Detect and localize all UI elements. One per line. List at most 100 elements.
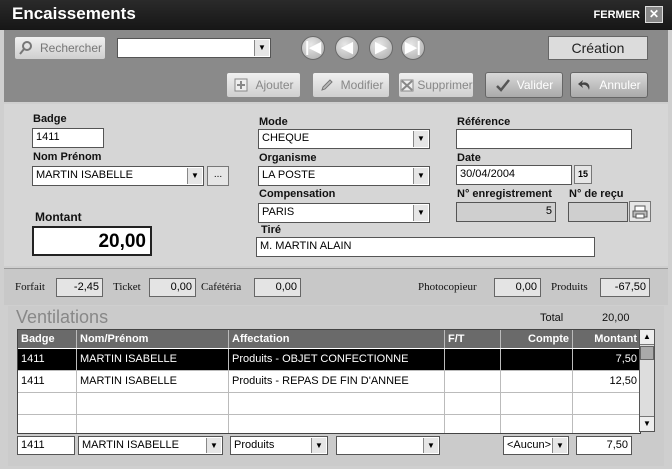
date-field[interactable]: 30/04/2004 — [456, 165, 572, 185]
badge-field[interactable]: 1411 — [32, 128, 104, 148]
cancel-label: Annuler — [599, 78, 641, 92]
edit-compte-select[interactable]: <Aucun> ▼ — [503, 436, 569, 455]
scroll-up-icon[interactable]: ▲ — [640, 330, 654, 345]
cancel-button[interactable]: Annuler — [570, 72, 648, 98]
compensation-value: PARIS — [262, 206, 295, 218]
cell-empty — [445, 393, 501, 414]
cell-ft — [445, 371, 501, 392]
photocopieur-value: 0,00 — [494, 278, 541, 297]
photocopieur-label: Photocopieur — [418, 281, 477, 293]
table-row-empty[interactable] — [18, 415, 640, 433]
delete-button[interactable]: Supprimer — [398, 72, 474, 98]
table-row[interactable]: 1411 MARTIN ISABELLE Produits - REPAS DE… — [18, 371, 640, 393]
name-lookup-button[interactable]: ... — [207, 166, 229, 186]
close-icon[interactable]: ✕ — [645, 6, 663, 23]
cell-name: MARTIN ISABELLE — [77, 371, 229, 392]
edit-name-select[interactable]: MARTIN ISABELLE ▼ — [78, 436, 223, 455]
edit-affectation-select[interactable]: Produits ▼ — [230, 436, 328, 455]
chevron-down-icon[interactable]: ▼ — [254, 40, 269, 56]
pencil-icon — [320, 79, 333, 91]
edit-sub-select[interactable]: ▼ — [336, 436, 440, 455]
cell-empty — [445, 415, 501, 433]
total-label: Total — [540, 312, 564, 324]
printer-glyph — [632, 205, 648, 219]
tire-field[interactable]: M. MARTIN ALAIN — [256, 237, 595, 257]
col-ft[interactable]: F/T — [445, 330, 501, 348]
amount-field[interactable]: 20,00 — [32, 226, 152, 256]
last-record-button[interactable]: ▶| — [401, 36, 425, 60]
edit-label: Modifier — [340, 78, 384, 92]
tire-label: Tiré — [261, 224, 281, 236]
close-label[interactable]: FERMER — [594, 9, 640, 21]
date-label: Date — [457, 152, 481, 164]
chevron-down-icon[interactable]: ▼ — [206, 438, 221, 453]
col-name[interactable]: Nom/Prénom — [77, 330, 229, 348]
cell-empty — [501, 393, 573, 414]
chevron-down-icon[interactable]: ▼ — [413, 168, 428, 184]
search-label: Rechercher — [39, 41, 103, 55]
calendar-icon[interactable]: 15 — [574, 165, 592, 184]
receipt-field — [568, 202, 628, 222]
badge-label: Badge — [33, 113, 67, 125]
reference-field[interactable] — [456, 129, 632, 149]
col-montant[interactable]: Montant — [573, 330, 640, 348]
cell-empty — [229, 415, 445, 433]
chevron-down-icon[interactable]: ▼ — [552, 438, 567, 453]
print-icon[interactable] — [629, 201, 651, 222]
validate-label: Valider — [516, 78, 554, 92]
undo-icon — [578, 80, 590, 90]
chevron-down-icon[interactable]: ▼ — [311, 438, 326, 453]
cell-montant: 12,50 — [609, 375, 637, 387]
chevron-down-icon[interactable]: ▼ — [423, 438, 438, 453]
chevron-down-icon[interactable]: ▼ — [187, 168, 202, 184]
name-value: MARTIN ISABELLE — [36, 169, 133, 181]
name-label: Nom Prénom — [33, 151, 102, 163]
scroll-down-icon[interactable]: ▼ — [640, 416, 654, 431]
edit-badge-field[interactable]: 1411 — [17, 436, 75, 455]
receipt-label: N° de reçu — [569, 188, 624, 200]
forfait-label: Forfait — [15, 281, 45, 293]
cell-badge: 1411 — [18, 349, 77, 370]
next-record-button[interactable]: ▶ — [369, 36, 393, 60]
organisme-select[interactable]: LA POSTE ▼ — [258, 166, 430, 186]
delete-icon — [400, 79, 414, 92]
cell-montant: 7,50 — [615, 353, 637, 365]
add-button[interactable]: Ajouter — [226, 72, 301, 98]
cell-ft — [445, 349, 501, 370]
edit-button[interactable]: Modifier — [312, 72, 390, 98]
col-affectation[interactable]: Affectation — [229, 330, 445, 348]
validate-button[interactable]: Valider — [485, 72, 563, 98]
mode-select[interactable]: CHEQUE ▼ — [258, 129, 430, 149]
previous-record-button[interactable]: ◀ — [335, 36, 359, 60]
mode-label: Mode — [259, 116, 288, 128]
search-button[interactable]: Rechercher — [14, 36, 106, 60]
cafeteria-label: Cafétéria — [201, 281, 242, 293]
table-row[interactable]: 1411 MARTIN ISABELLE Produits - OBJET CO… — [18, 349, 640, 371]
delete-label: Supprimer — [417, 78, 473, 92]
cell-empty — [77, 415, 229, 433]
organisme-label: Organisme — [259, 152, 317, 164]
edit-montant-field[interactable]: 7,50 — [576, 436, 632, 455]
produits-label: Produits — [551, 281, 588, 293]
first-record-button[interactable]: |◀ — [301, 36, 325, 60]
ventilations-title: Ventilations — [16, 307, 109, 327]
organisme-value: LA POSTE — [262, 169, 316, 181]
table-row-empty[interactable] — [18, 393, 640, 415]
col-compte[interactable]: Compte — [501, 330, 573, 348]
cell-name: MARTIN ISABELLE — [77, 349, 229, 370]
search-icon — [19, 41, 32, 55]
compensation-select[interactable]: PARIS ▼ — [258, 203, 430, 223]
search-select[interactable]: ▼ — [117, 38, 271, 58]
table-scrollbar[interactable]: ▲ ▼ — [639, 329, 655, 432]
ventilations-table[interactable]: Badge Nom/Prénom Affectation F/T Compte … — [17, 329, 641, 434]
scroll-thumb[interactable] — [640, 346, 654, 360]
chevron-down-icon[interactable]: ▼ — [413, 205, 428, 221]
chevron-down-icon[interactable]: ▼ — [413, 131, 428, 147]
forfait-value: -2,45 — [56, 278, 103, 297]
name-select[interactable]: MARTIN ISABELLE ▼ — [32, 166, 204, 186]
total-value: 20,00 — [602, 312, 630, 324]
add-icon — [234, 78, 248, 92]
cell-empty — [18, 393, 77, 414]
col-badge[interactable]: Badge — [18, 330, 77, 348]
title-bar: Encaissements FERMER ✕ — [0, 0, 672, 30]
